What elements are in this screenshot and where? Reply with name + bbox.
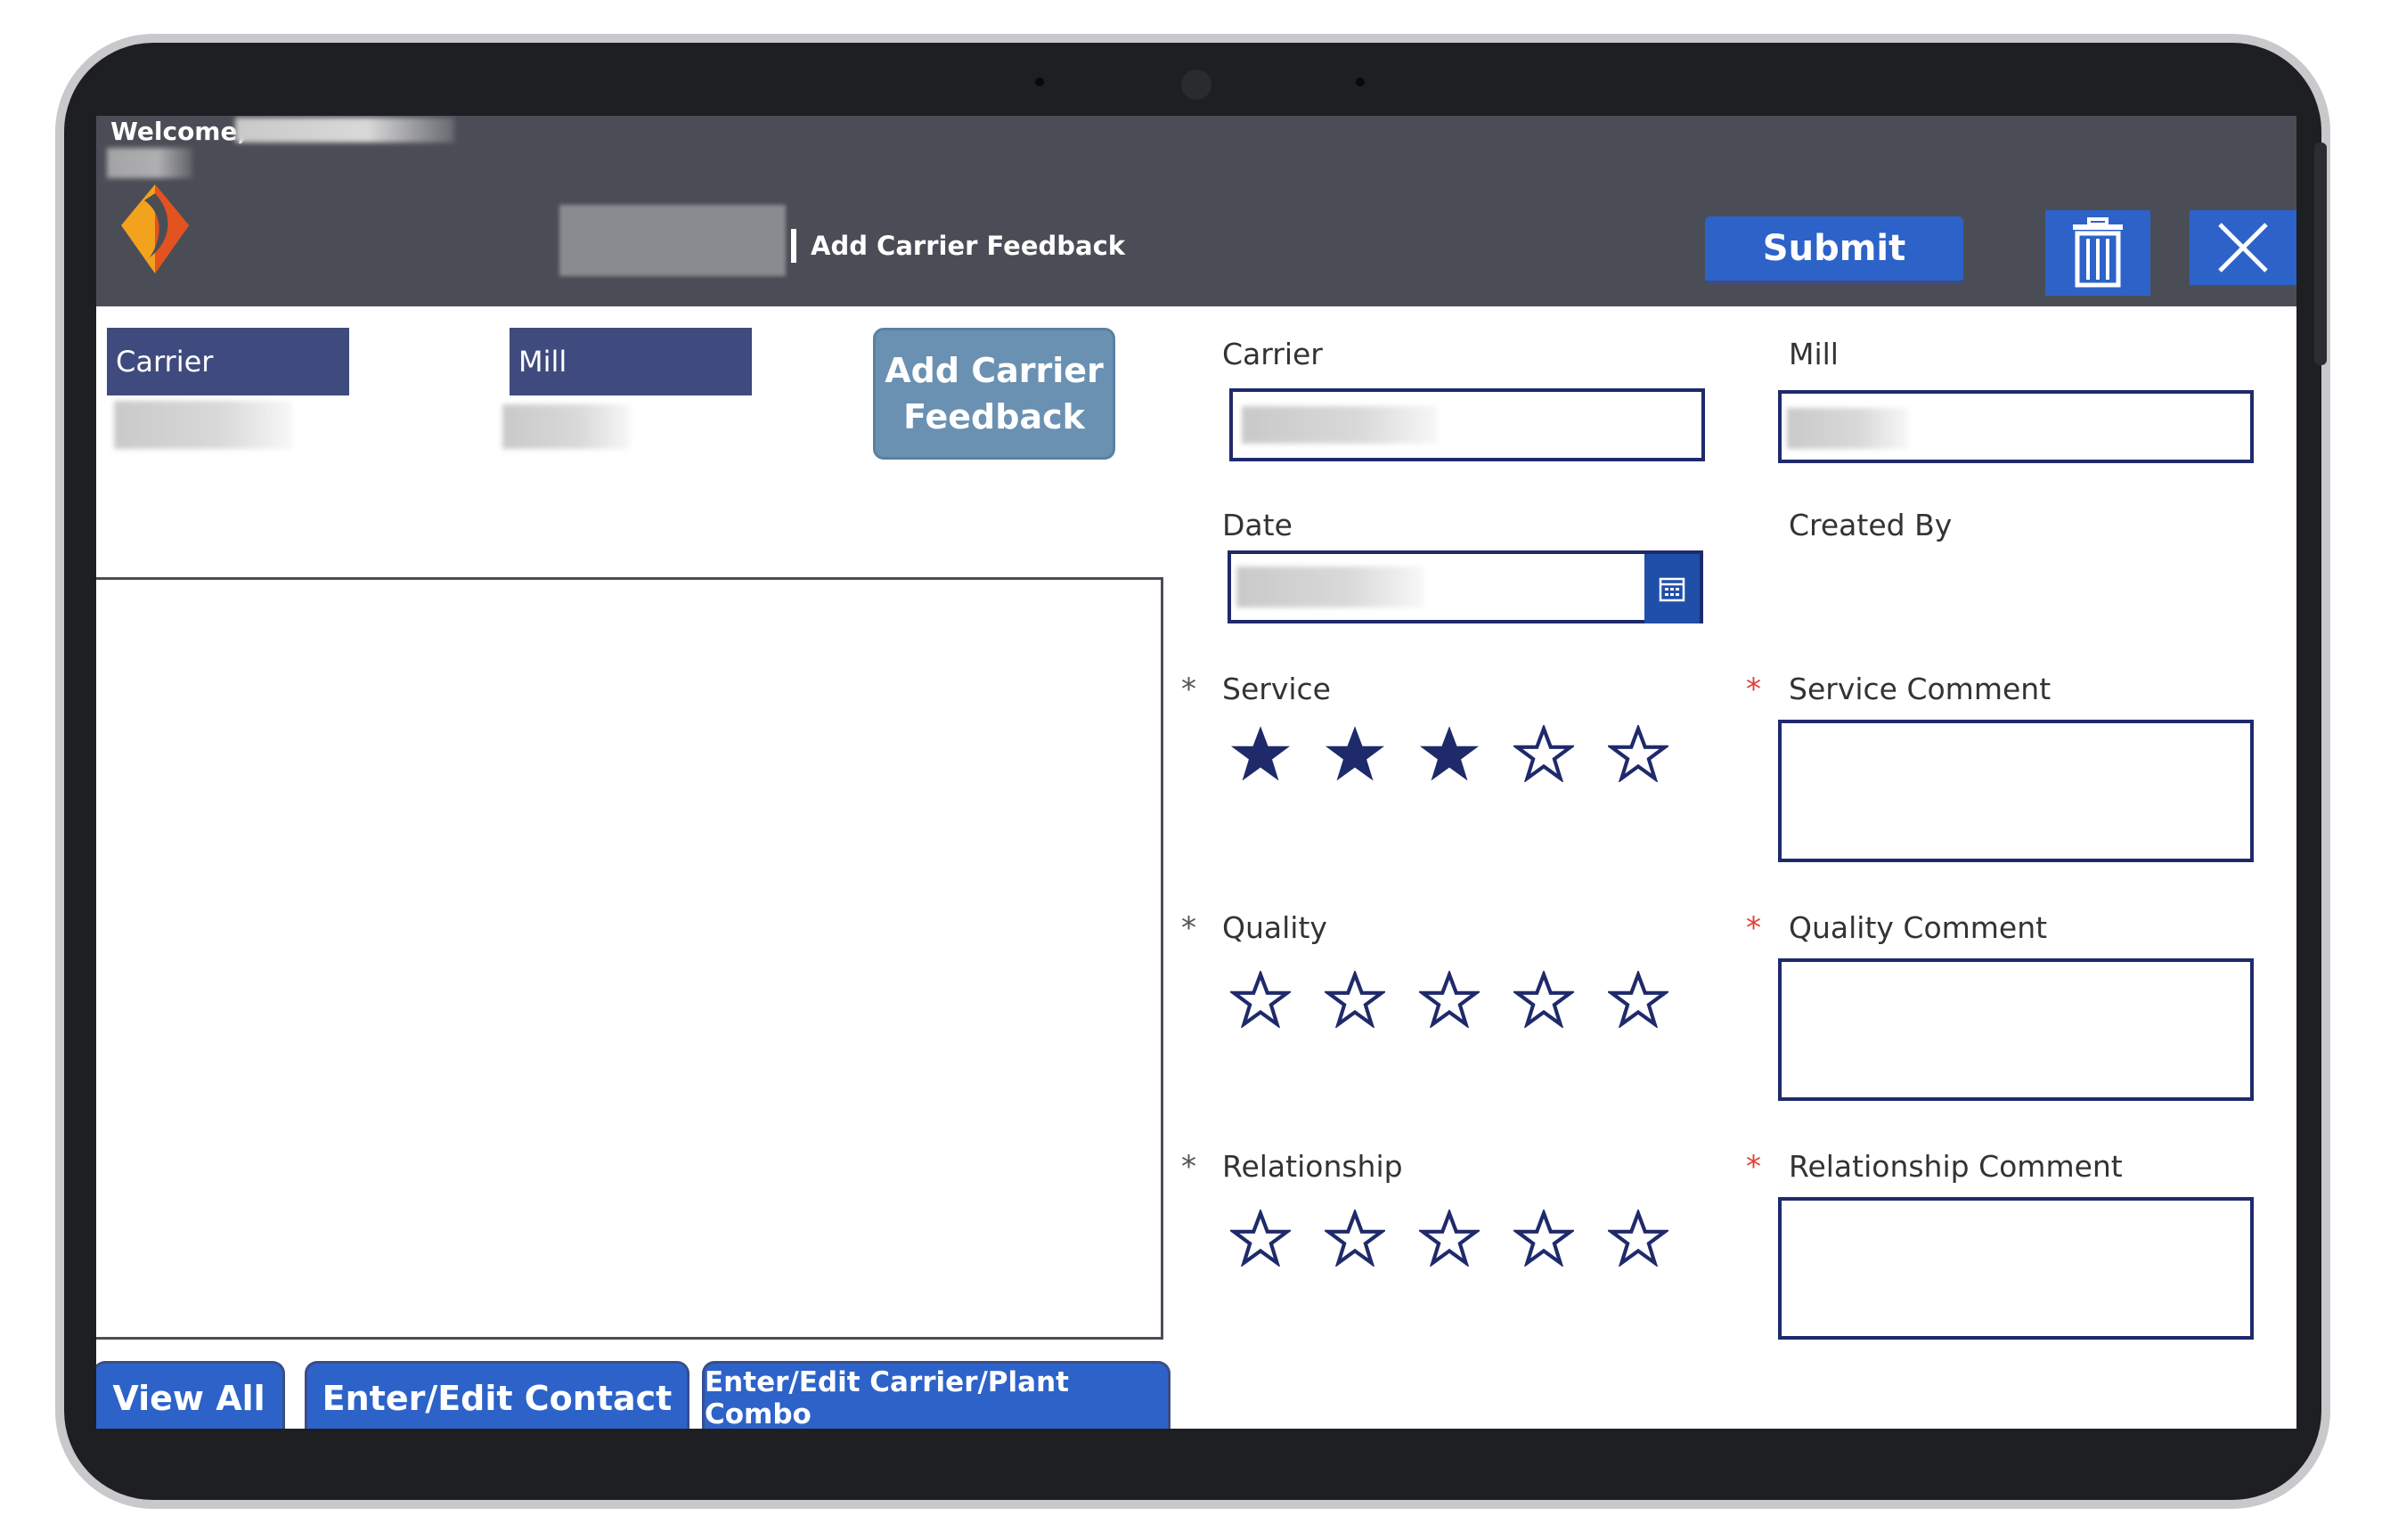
camera-icon <box>1181 69 1211 100</box>
company-logo-icon <box>121 184 189 273</box>
relationship-rating[interactable] <box>1213 1202 1685 1274</box>
star-empty-icon[interactable] <box>1308 964 1402 1035</box>
page-title: Add Carrier Feedback <box>811 231 1126 261</box>
user-name-redacted <box>235 118 454 143</box>
add-carrier-feedback-button[interactable]: Add Carrier Feedback <box>873 328 1115 460</box>
title-divider <box>791 229 796 263</box>
required-marker: * <box>1746 910 1761 946</box>
enter-edit-contact-button[interactable]: Enter/Edit Contact <box>305 1361 689 1429</box>
star-empty-icon[interactable] <box>1591 1202 1685 1274</box>
service-comment-input[interactable] <box>1778 720 2254 862</box>
app-header: Welcome, Add Carrier Feedback Submit <box>96 116 2296 306</box>
close-icon <box>2218 223 2268 273</box>
sensor-dot <box>1356 77 1365 86</box>
star-empty-icon[interactable] <box>1497 1202 1591 1274</box>
required-marker: * <box>1181 910 1196 946</box>
welcome-text: Welcome, <box>110 117 248 146</box>
service-rating[interactable] <box>1213 718 1685 789</box>
star-empty-icon[interactable] <box>1591 964 1685 1035</box>
star-filled-icon[interactable] <box>1213 718 1308 789</box>
quality-label: Quality <box>1222 910 1327 945</box>
star-empty-icon[interactable] <box>1308 1202 1402 1274</box>
mill-field[interactable] <box>1778 390 2254 463</box>
star-empty-icon[interactable] <box>1497 718 1591 789</box>
date-field-value-redacted <box>1236 566 1423 607</box>
required-marker: * <box>1181 672 1196 707</box>
carrier-field-label: Carrier <box>1222 337 1323 371</box>
star-empty-icon[interactable] <box>1497 964 1591 1035</box>
app-screen: Welcome, Add Carrier Feedback Submit Car… <box>96 116 2296 1429</box>
delete-button[interactable] <box>2045 210 2150 296</box>
quality-comment-label: Quality Comment <box>1789 910 2048 945</box>
star-empty-icon[interactable] <box>1591 718 1685 789</box>
mill-value-redacted <box>502 404 631 449</box>
carrier-column-header: Carrier <box>107 328 349 395</box>
close-button[interactable] <box>2190 210 2296 285</box>
company-name-redacted <box>559 205 786 276</box>
star-empty-icon[interactable] <box>1402 1202 1497 1274</box>
trash-icon <box>2073 217 2123 288</box>
view-all-button[interactable]: View All <box>96 1361 285 1429</box>
star-filled-icon[interactable] <box>1402 718 1497 789</box>
mill-field-label: Mill <box>1789 337 1839 371</box>
mill-field-value-redacted <box>1787 408 1908 449</box>
carrier-field[interactable] <box>1229 388 1705 461</box>
calendar-icon <box>1659 577 1685 602</box>
mill-column-header: Mill <box>510 328 752 395</box>
date-picker-button[interactable] <box>1644 554 1700 623</box>
sensor-dot <box>1035 77 1044 86</box>
user-id-redacted <box>107 148 192 178</box>
carrier-field-value-redacted <box>1242 406 1438 444</box>
date-field[interactable] <box>1228 550 1703 623</box>
required-marker: * <box>1181 1149 1196 1185</box>
star-filled-icon[interactable] <box>1308 718 1402 789</box>
star-empty-icon[interactable] <box>1402 964 1497 1035</box>
submit-button[interactable]: Submit <box>1705 216 1963 284</box>
star-empty-icon[interactable] <box>1213 964 1308 1035</box>
carrier-value-redacted <box>114 401 292 449</box>
enter-edit-carrier-plant-combo-button[interactable]: Enter/Edit Carrier/Plant Combo <box>702 1361 1171 1429</box>
tablet-side-button <box>2314 143 2327 365</box>
relationship-comment-label: Relationship Comment <box>1789 1149 2123 1184</box>
date-field-label: Date <box>1222 508 1293 542</box>
quality-comment-input[interactable] <box>1778 958 2254 1101</box>
relationship-label: Relationship <box>1222 1149 1403 1184</box>
quality-rating[interactable] <box>1213 964 1685 1035</box>
required-marker: * <box>1746 1149 1761 1185</box>
required-marker: * <box>1746 672 1761 707</box>
service-label: Service <box>1222 672 1331 706</box>
star-empty-icon[interactable] <box>1213 1202 1308 1274</box>
service-comment-label: Service Comment <box>1789 672 2052 706</box>
created-by-label: Created By <box>1789 508 1953 542</box>
feedback-list[interactable] <box>96 577 1163 1340</box>
relationship-comment-input[interactable] <box>1778 1197 2254 1340</box>
